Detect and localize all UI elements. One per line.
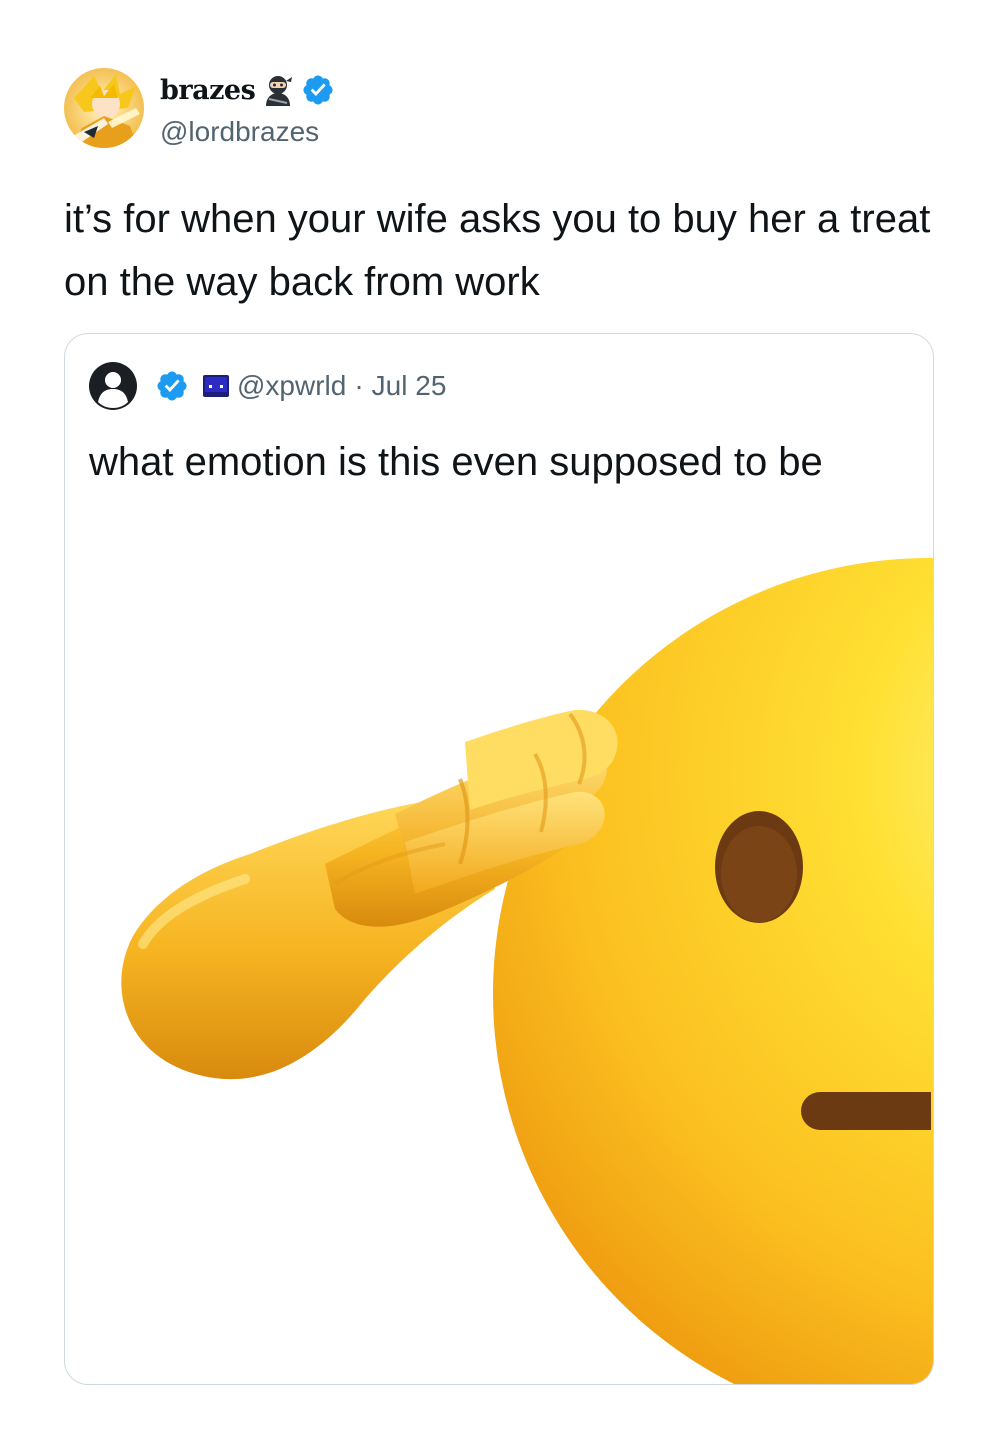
quoted-tweet-header: @xpwrld · Jul 25 [89, 362, 446, 410]
quoted-tweet-text: what emotion is this even supposed to be [89, 440, 823, 484]
pixel-alien-icon [203, 375, 229, 397]
author-name-row: brazes [160, 70, 335, 110]
quoted-verified-badge-icon [155, 369, 189, 403]
verified-badge-icon [301, 73, 335, 107]
saluting-face-emoji[interactable] [65, 534, 933, 1384]
quoted-author-avatar-icon[interactable] [89, 362, 137, 410]
ninja-icon [261, 73, 295, 107]
quoted-author-handle[interactable]: @xpwrld [237, 370, 346, 402]
author-display-name[interactable]: brazes [160, 75, 256, 106]
tweet-text: it’s for when your wife asks you to buy … [64, 197, 931, 304]
meta-separator: · [354, 370, 364, 401]
quoted-tweet-card[interactable]: @xpwrld · Jul 25 what emotion is this ev… [64, 333, 934, 1385]
author-handle[interactable]: @lordbrazes [160, 116, 319, 148]
quoted-tweet-date[interactable]: Jul 25 [372, 370, 447, 402]
author-avatar[interactable] [64, 68, 144, 148]
